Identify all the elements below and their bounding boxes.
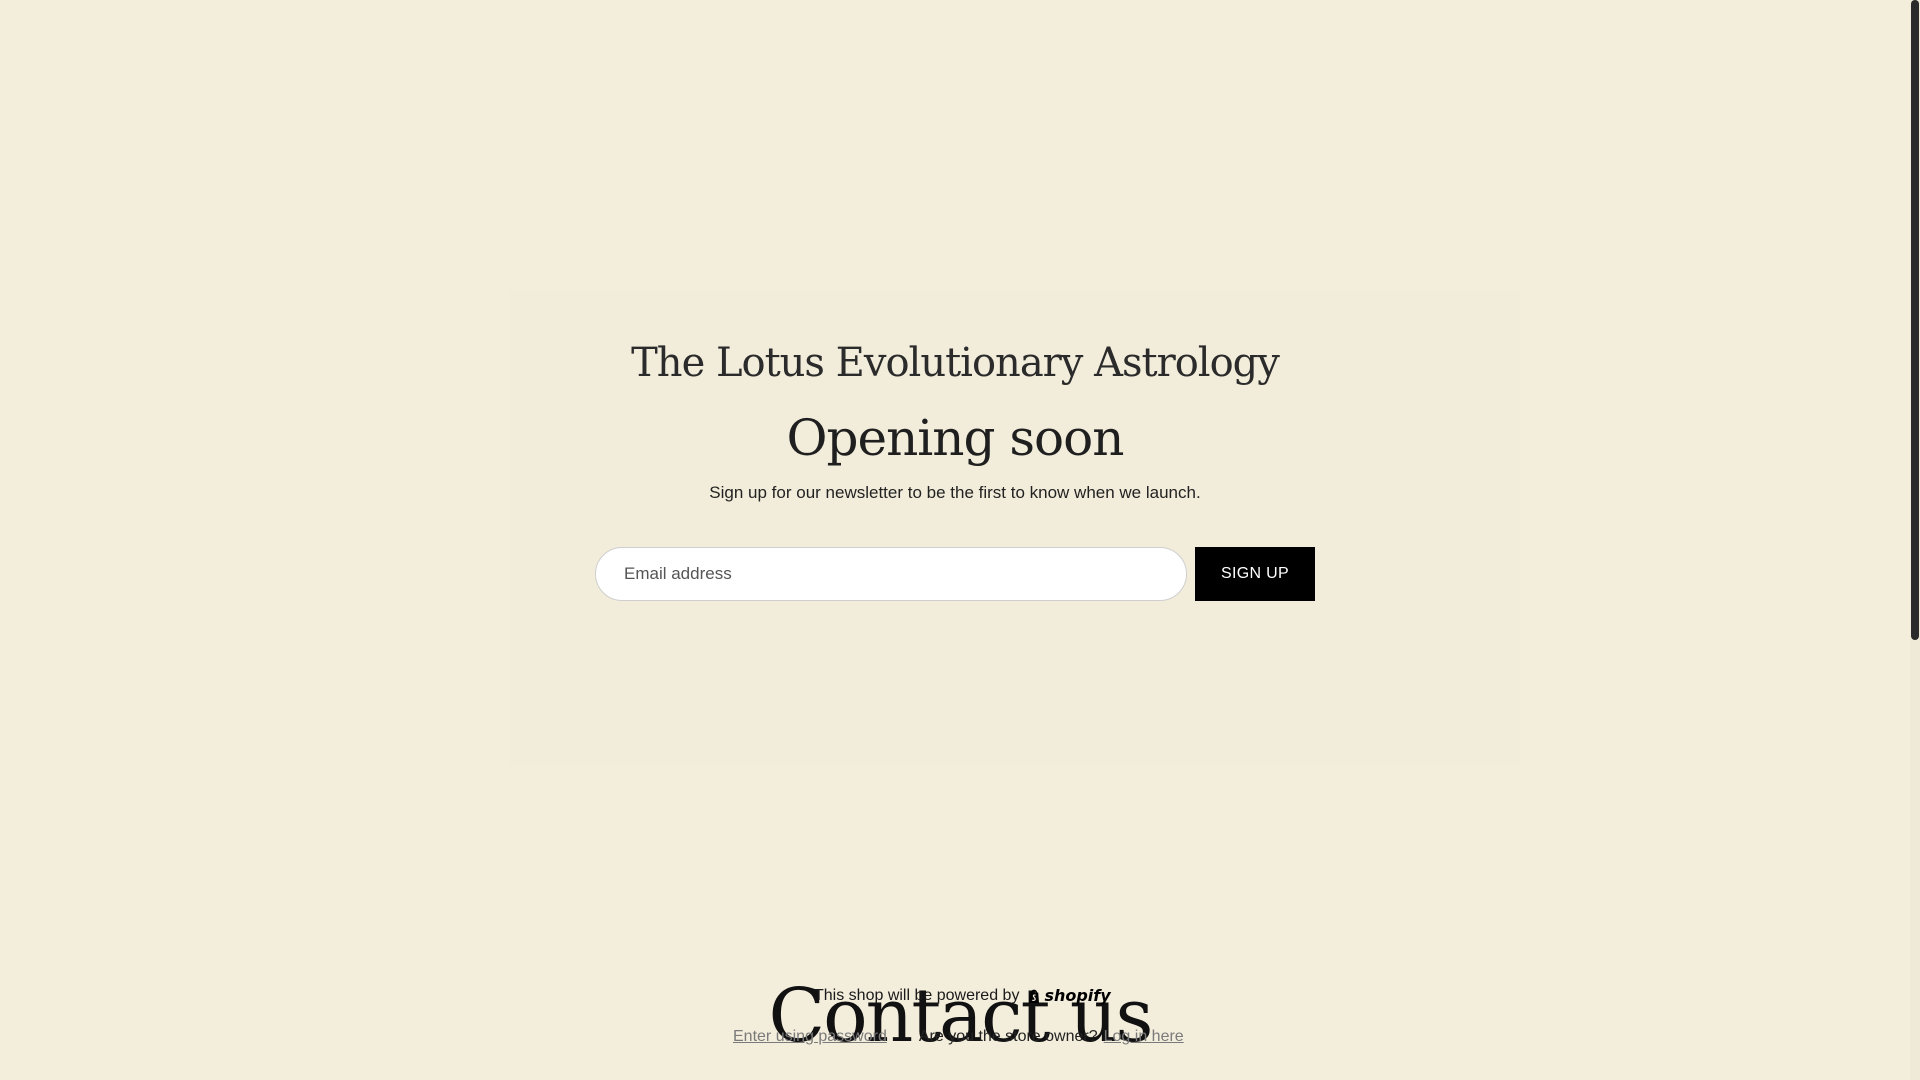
powered-by: This shop will be powered by shopify bbox=[814, 986, 1111, 1005]
newsletter-description: Sign up for our newsletter to be the fir… bbox=[709, 483, 1201, 502]
scrollbar-thumb[interactable] bbox=[1911, 0, 1919, 640]
shopify-wordmark: shopify bbox=[1044, 986, 1111, 1005]
password-page: The Lotus Evolutionary Astrology Opening… bbox=[0, 0, 1920, 1080]
page-title: Opening soon bbox=[786, 409, 1125, 467]
store-owner-question: Are you the store owner? bbox=[918, 1028, 1098, 1045]
sign-up-button[interactable]: SIGN UP bbox=[1195, 547, 1315, 601]
enter-password-link[interactable]: Enter using password bbox=[733, 1028, 887, 1046]
log-in-link[interactable]: Log in here bbox=[1104, 1028, 1184, 1046]
email-field[interactable] bbox=[595, 547, 1187, 601]
footer-links: Enter using password Are you the store o… bbox=[733, 1028, 1184, 1046]
store-name: The Lotus Evolutionary Astrology bbox=[631, 340, 1280, 386]
scrollbar[interactable] bbox=[1910, 0, 1920, 1080]
powered-by-text: This shop will be powered by bbox=[814, 986, 1020, 1004]
shopify-bag-icon bbox=[1029, 989, 1040, 1003]
newsletter-form: SIGN UP bbox=[595, 547, 1315, 601]
shopify-logo[interactable]: shopify bbox=[1027, 986, 1111, 1005]
